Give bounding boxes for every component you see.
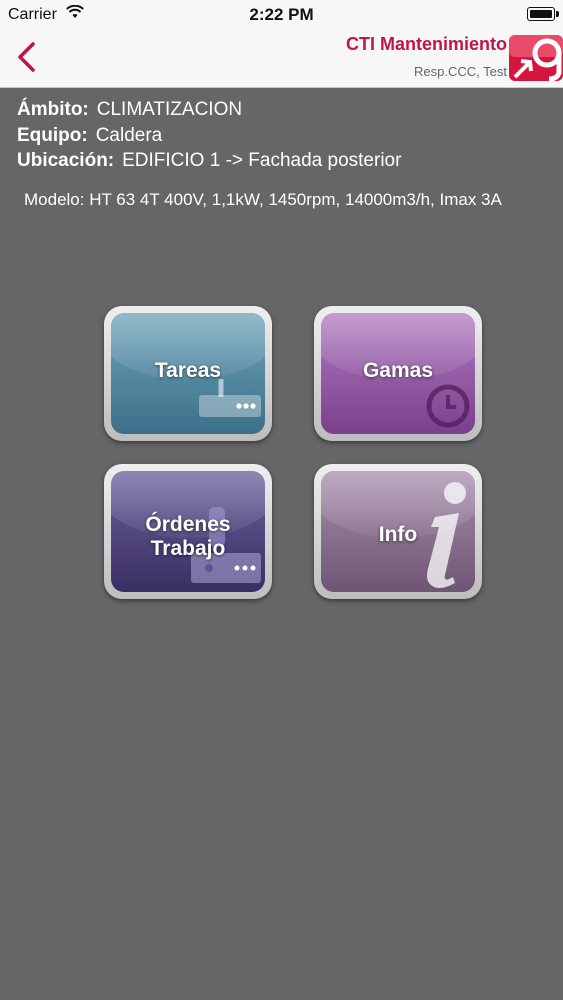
equipo-value: Caldera — [95, 124, 163, 146]
clock-icon — [426, 384, 470, 428]
user-subtitle: Resp.CCC, Test — [414, 64, 507, 79]
equipo-label: Equipo: — [17, 124, 88, 146]
ordenes-trabajo-label: Órdenes Trabajo — [111, 513, 265, 561]
ambito-row: Ámbito: CLIMATIZACION — [17, 99, 401, 125]
ubicacion-row: Ubicación: EDIFICIO 1 -> Fachada posterio… — [17, 150, 401, 176]
ordenes-trabajo-button[interactable]: Órdenes Trabajo — [104, 464, 272, 599]
tareas-button[interactable]: Tareas — [104, 306, 272, 441]
tareas-label: Tareas — [154, 359, 222, 382]
ubicacion-value: EDIFICIO 1 -> Fachada posterior — [122, 150, 402, 171]
equipment-details: Ámbito: CLIMATIZACION Equipo: Caldera Ubic… — [17, 99, 401, 176]
ambito-value: CLIMATIZACION — [96, 99, 243, 120]
back-button[interactable] — [8, 36, 52, 80]
ordenes-label-line2: Trabajo — [150, 537, 226, 560]
gamas-label: Gamas — [362, 359, 434, 382]
ubicacion-label: Ubicación: — [17, 150, 115, 171]
info-label: Info — [378, 523, 418, 546]
chevron-left-icon — [18, 42, 35, 72]
equipo-row: Equipo: Caldera — [17, 125, 401, 151]
status-bar: Carrier 2:22 PM — [0, 0, 563, 30]
navigation-bar: CTI Mantenimiento Resp.CCC, Test — [0, 30, 563, 88]
app-logo-icon — [509, 35, 563, 81]
modelo-text: Modelo: HT 63 4T 400V, 1,1kW, 1450rpm, 1… — [24, 190, 502, 209]
app-title: CTI Mantenimiento — [346, 34, 507, 54]
ordenes-label-line1: Órdenes — [145, 513, 231, 536]
ambito-label: Ámbito: — [17, 99, 89, 120]
battery-icon — [527, 7, 559, 21]
clock: 2:22 PM — [249, 5, 314, 24]
gamas-button[interactable]: Gamas — [314, 306, 482, 441]
info-button[interactable]: Info — [314, 464, 482, 599]
